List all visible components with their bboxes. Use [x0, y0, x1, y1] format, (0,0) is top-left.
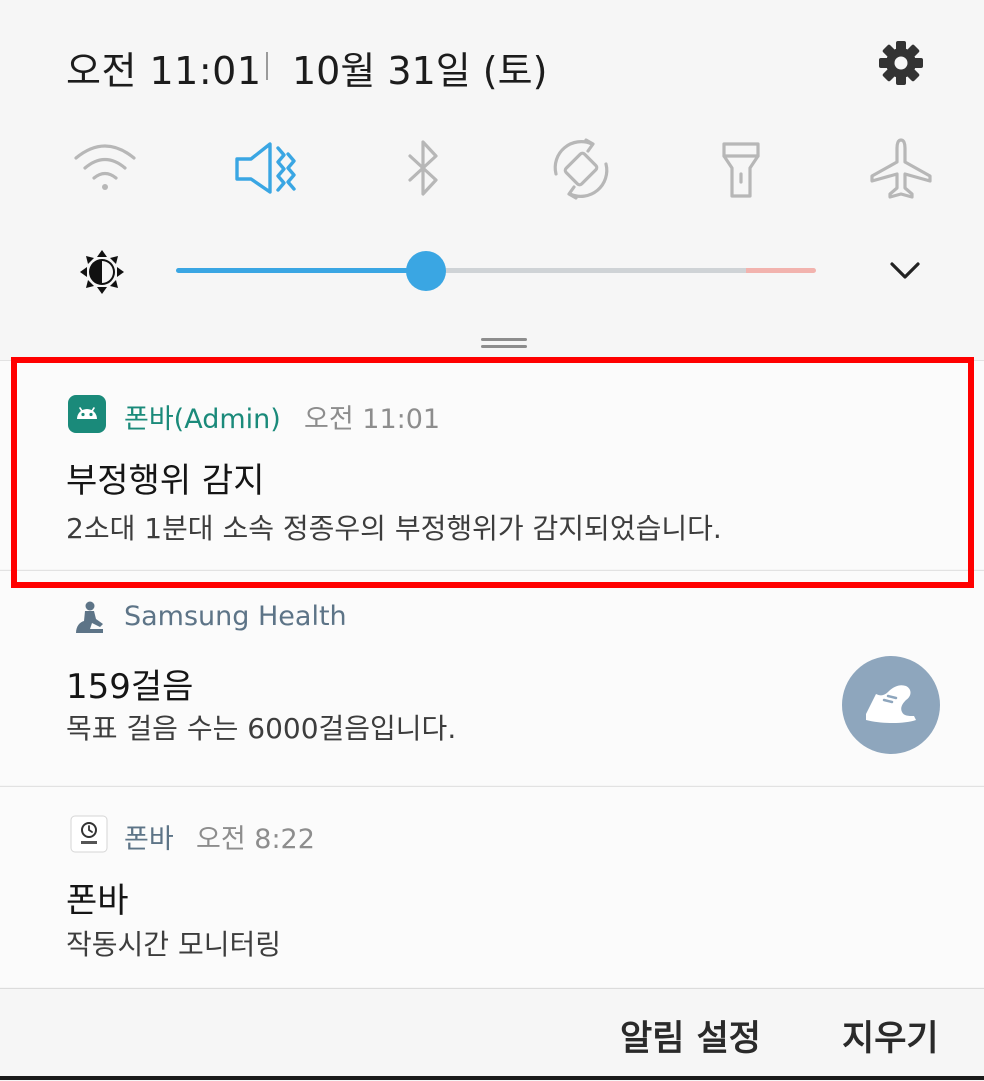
notification-body: 목표 걸음 수는 6000걸음입니다. [66, 712, 457, 745]
brightness-slider-thumb[interactable] [406, 251, 446, 291]
notification-app-name: Samsung Health [124, 601, 347, 632]
highlight-box [11, 357, 974, 588]
flashlight-icon[interactable] [706, 134, 776, 204]
chevron-down-icon[interactable] [884, 254, 926, 288]
header-divider [266, 52, 268, 80]
brightness-slider-rest [426, 268, 746, 273]
auto-rotate-icon[interactable] [546, 134, 616, 204]
notification-card-samsung-health[interactable]: Samsung Health 159걸음 목표 걸음 수는 6000걸음입니다. [0, 570, 984, 785]
airplane-mode-icon[interactable] [866, 134, 936, 204]
phonba-app-icon [70, 815, 108, 853]
screen-bottom-edge [0, 1076, 984, 1080]
clock-time: 오전 11:01 [66, 49, 262, 93]
panel-drag-handle[interactable] [481, 338, 527, 350]
settings-gear-icon[interactable] [876, 38, 926, 88]
wifi-icon[interactable] [70, 134, 140, 204]
brightness-slider-warning-zone [746, 268, 816, 273]
samsung-health-app-icon [70, 599, 108, 637]
brightness-icon [78, 248, 126, 296]
notification-app-name: 폰바 [124, 824, 174, 855]
brightness-slider-fill [176, 268, 426, 273]
notification-footer [0, 988, 984, 1081]
shoe-icon[interactable] [842, 656, 940, 754]
bluetooth-icon[interactable] [388, 134, 458, 204]
notification-time: 오전 8:22 [196, 824, 315, 855]
notification-card-phonba[interactable]: 폰바 오전 8:22 폰바 작동시간 모니터링 [0, 786, 984, 987]
notification-body: 작동시간 모니터링 [66, 928, 281, 961]
notification-title: 폰바 [66, 881, 129, 921]
vibrate-icon[interactable] [230, 134, 300, 204]
notification-settings-button[interactable]: 알림 설정 [620, 1010, 761, 1061]
clear-all-button[interactable]: 지우기 [842, 1010, 939, 1061]
date-label[interactable]: 10월 31일 (토) [292, 40, 547, 95]
notification-title: 159걸음 [66, 667, 194, 707]
brightness-slider-track[interactable] [176, 268, 816, 273]
